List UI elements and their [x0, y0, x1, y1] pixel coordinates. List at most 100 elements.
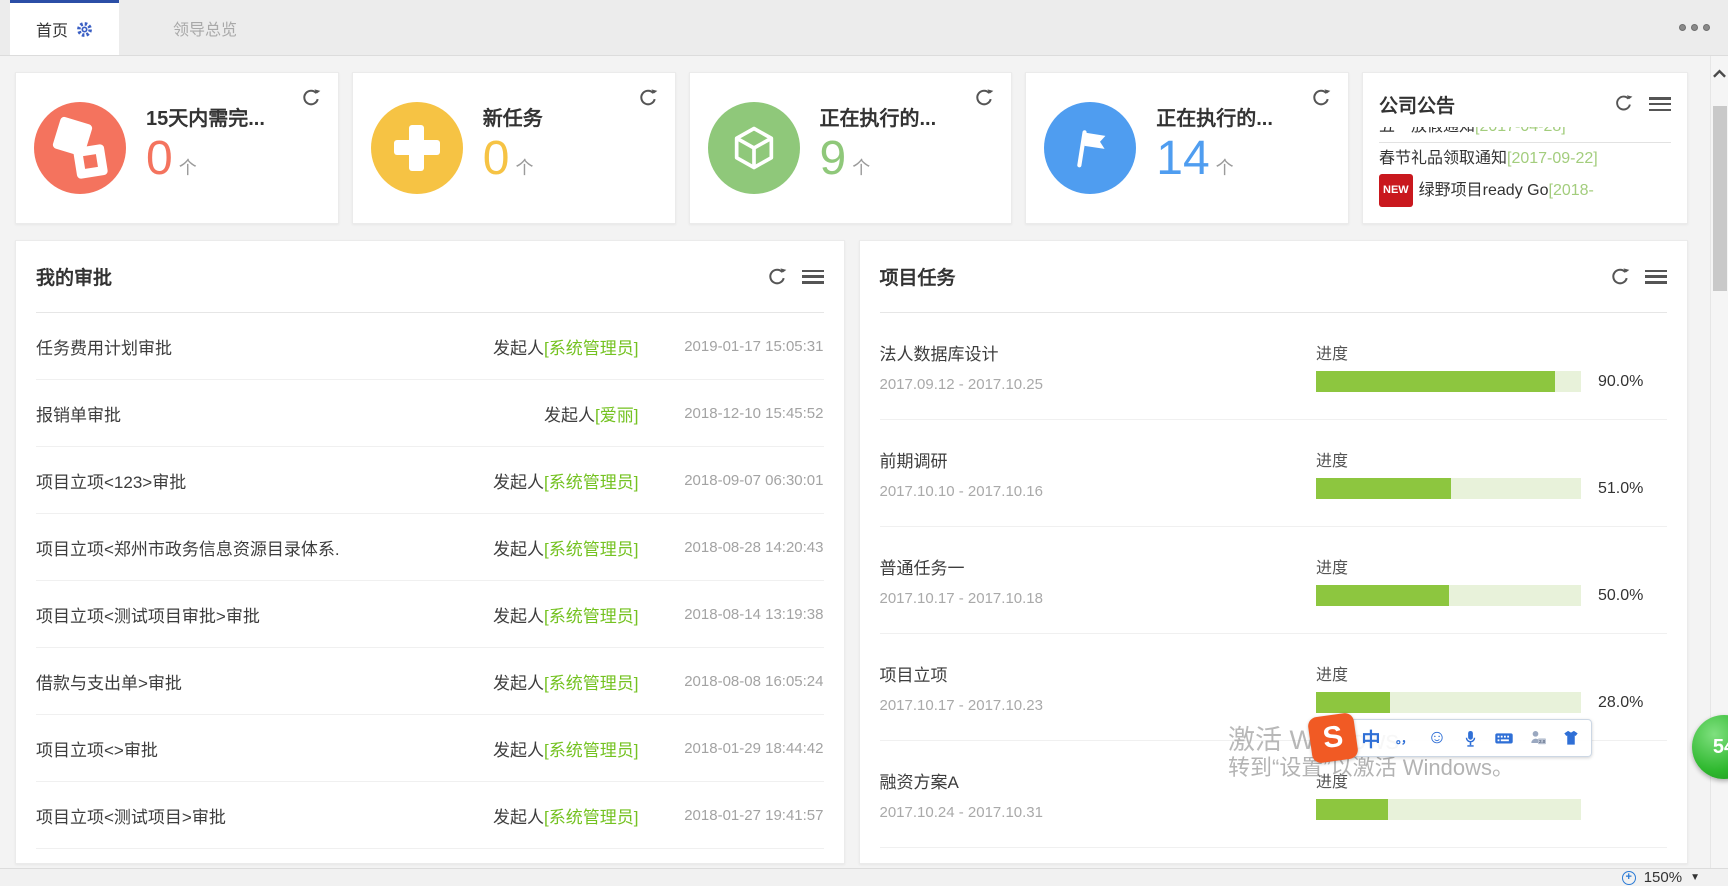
approval-time: 2019-01-17 15:05:31 [639, 338, 824, 355]
stat-card-new-tasks[interactable]: 新任务 0个 [352, 72, 676, 224]
refresh-icon[interactable] [1609, 266, 1631, 288]
stat-label: 正在执行的... [1156, 102, 1273, 131]
approval-row[interactable]: 项目立项<>审批 发起人[系统管理员] 2018-01-29 18:44:42 [36, 715, 824, 782]
status-bar: + 150% ▼ [0, 868, 1728, 886]
progress-label: 进度 [1316, 768, 1667, 792]
tasks-title: 项目任务 [880, 263, 1610, 290]
toolbox-icon[interactable]: 2.0 [1528, 728, 1548, 748]
refresh-icon[interactable] [766, 266, 788, 288]
approvals-panel: 我的审批 任务费用计划审批 发起人[系统管理员] 2019-01-17 15:0… [15, 240, 845, 864]
stat-unit: 个 [852, 158, 870, 178]
refresh-icon[interactable] [637, 87, 659, 109]
scroll-up-icon[interactable] [1711, 56, 1728, 90]
stat-value: 0个 [146, 133, 265, 194]
progress-bar [1316, 371, 1581, 392]
sogou-logo-icon[interactable]: S [1307, 712, 1359, 764]
progress-label: 进度 [1316, 554, 1667, 578]
approval-time: 2018-12-10 15:45:52 [639, 405, 824, 422]
tab-home[interactable]: 首页 [10, 0, 119, 55]
microphone-icon[interactable] [1460, 729, 1480, 748]
menu-icon[interactable] [1645, 270, 1667, 284]
progress-percent: 90.0% [1598, 373, 1662, 391]
zoom-in-icon[interactable]: + [1622, 871, 1636, 885]
stat-card-executing-projects[interactable]: 正在执行的... 14个 [1025, 72, 1349, 224]
task-row[interactable]: 前期调研 2017.10.10 - 2017.10.16 进度 51.0% [880, 420, 1668, 527]
approval-time: 2018-01-27 19:41:57 [639, 807, 824, 824]
flag-icon [1044, 102, 1136, 194]
overlapping-squares-icon [34, 102, 126, 194]
tab-leader-overview[interactable]: 领导总览 [147, 0, 263, 55]
progress-bar [1316, 692, 1581, 713]
stat-unit: 个 [1216, 158, 1234, 178]
initiator-link[interactable]: [系统管理员] [544, 607, 638, 626]
initiator-link[interactable]: [系统管理员] [544, 540, 638, 559]
stat-unit: 个 [179, 158, 197, 178]
announcement-item[interactable]: 五一放假通知[2017-04-28] [1379, 127, 1671, 143]
gear-icon[interactable] [76, 21, 93, 38]
refresh-icon[interactable] [973, 87, 995, 109]
progress-percent: 51.0% [1598, 480, 1662, 498]
ime-toolbar: S 中 。， ☺ 2.0 [1310, 718, 1592, 758]
menu-icon[interactable] [1649, 97, 1671, 111]
cube-icon [708, 102, 800, 194]
zoom-level[interactable]: 150% [1644, 869, 1682, 886]
menu-icon[interactable] [802, 270, 824, 284]
task-row[interactable]: 普通任务一 2017.10.17 - 2017.10.18 进度 50.0% [880, 527, 1668, 634]
stat-card-due-15-days[interactable]: 15天内需完... 0个 [15, 72, 339, 224]
progress-label: 进度 [1316, 661, 1667, 685]
announcements-panel: 公司公告 五一放假通知[2017-04-28] 春节礼品领取通知[2017-09… [1362, 72, 1688, 224]
svg-text:2.0: 2.0 [1539, 739, 1546, 744]
plus-icon [371, 102, 463, 194]
refresh-icon[interactable] [1310, 87, 1332, 109]
stat-value: 9个 [820, 133, 937, 194]
progress-bar [1316, 799, 1581, 820]
stat-label: 15天内需完... [146, 102, 265, 131]
task-row[interactable]: 法人数据库设计 2017.09.12 - 2017.10.25 进度 90.0% [880, 313, 1668, 420]
initiator-link[interactable]: [系统管理员] [544, 339, 638, 358]
announcement-item[interactable]: 春节礼品领取通知[2017-09-22] [1379, 143, 1671, 174]
approval-row[interactable]: 任务费用计划审批 发起人[系统管理员] 2019-01-17 15:05:31 [36, 313, 824, 380]
announcements-list: 五一放假通知[2017-04-28] 春节礼品领取通知[2017-09-22] … [1379, 127, 1671, 223]
task-date-range: 2017.10.24 - 2017.10.31 [880, 804, 1317, 821]
scrollbar-thumb[interactable] [1713, 106, 1727, 291]
approvals-title: 我的审批 [36, 263, 766, 290]
emoji-icon[interactable]: ☺ [1427, 727, 1447, 749]
initiator-link[interactable]: [系统管理员] [544, 674, 638, 693]
approval-row[interactable]: 项目立项<郑州市政务信息资源目录体系. 发起人[系统管理员] 2018-08-2… [36, 514, 824, 581]
punctuation-icon[interactable]: 。， [1394, 730, 1414, 747]
stat-unit: 个 [515, 158, 533, 178]
approval-time: 2018-08-28 14:20:43 [639, 539, 824, 556]
approval-time: 2018-09-07 06:30:01 [639, 472, 824, 489]
refresh-icon[interactable] [300, 87, 322, 109]
skin-icon[interactable] [1561, 728, 1581, 748]
initiator-link[interactable]: [系统管理员] [544, 473, 638, 492]
more-menu-icon[interactable] [1679, 24, 1710, 31]
zoom-dropdown-caret-icon[interactable]: ▼ [1690, 872, 1700, 883]
stat-label: 正在执行的... [820, 102, 937, 131]
stat-label: 新任务 [483, 102, 543, 131]
initiator-link[interactable]: [爱丽] [595, 406, 638, 425]
chinese-mode-icon[interactable]: 中 [1361, 725, 1381, 752]
initiator-link[interactable]: [系统管理员] [544, 808, 638, 827]
progress-label: 进度 [1316, 447, 1667, 471]
approval-row[interactable]: 项目立项<测试项目>审批 发起人[系统管理员] 2018-01-27 19:41… [36, 782, 824, 849]
progress-bar [1316, 585, 1581, 606]
announcement-item[interactable]: NEW绿野项目ready Go[2018- [1379, 174, 1671, 207]
tasks-panel: 项目任务 法人数据库设计 2017.09.12 - 2017.10.25 进度 [859, 240, 1689, 864]
task-date-range: 2017.10.17 - 2017.10.18 [880, 590, 1317, 607]
progress-percent: 50.0% [1598, 587, 1662, 605]
initiator-link[interactable]: [系统管理员] [544, 741, 638, 760]
approval-row[interactable]: 项目立项<测试项目审批>审批 发起人[系统管理员] 2018-08-14 13:… [36, 581, 824, 648]
approval-row[interactable]: 报销单审批 发起人[爱丽] 2018-12-10 15:45:52 [36, 380, 824, 447]
tab-home-label: 首页 [36, 17, 68, 41]
approval-row[interactable]: 借款与支出单>审批 发起人[系统管理员] 2018-08-08 16:05:24 [36, 648, 824, 715]
refresh-icon[interactable] [1613, 93, 1635, 115]
approval-row[interactable]: 项目立项<123>审批 发起人[系统管理员] 2018-09-07 06:30:… [36, 447, 824, 514]
stat-card-executing-tasks[interactable]: 正在执行的... 9个 [689, 72, 1013, 224]
stat-value: 14个 [1156, 133, 1273, 194]
announcements-title: 公司公告 [1379, 91, 1613, 118]
stat-value: 0个 [483, 133, 543, 194]
tab-overview-label: 领导总览 [173, 16, 237, 40]
keyboard-icon[interactable] [1493, 727, 1515, 749]
task-date-range: 2017.10.17 - 2017.10.23 [880, 697, 1317, 714]
